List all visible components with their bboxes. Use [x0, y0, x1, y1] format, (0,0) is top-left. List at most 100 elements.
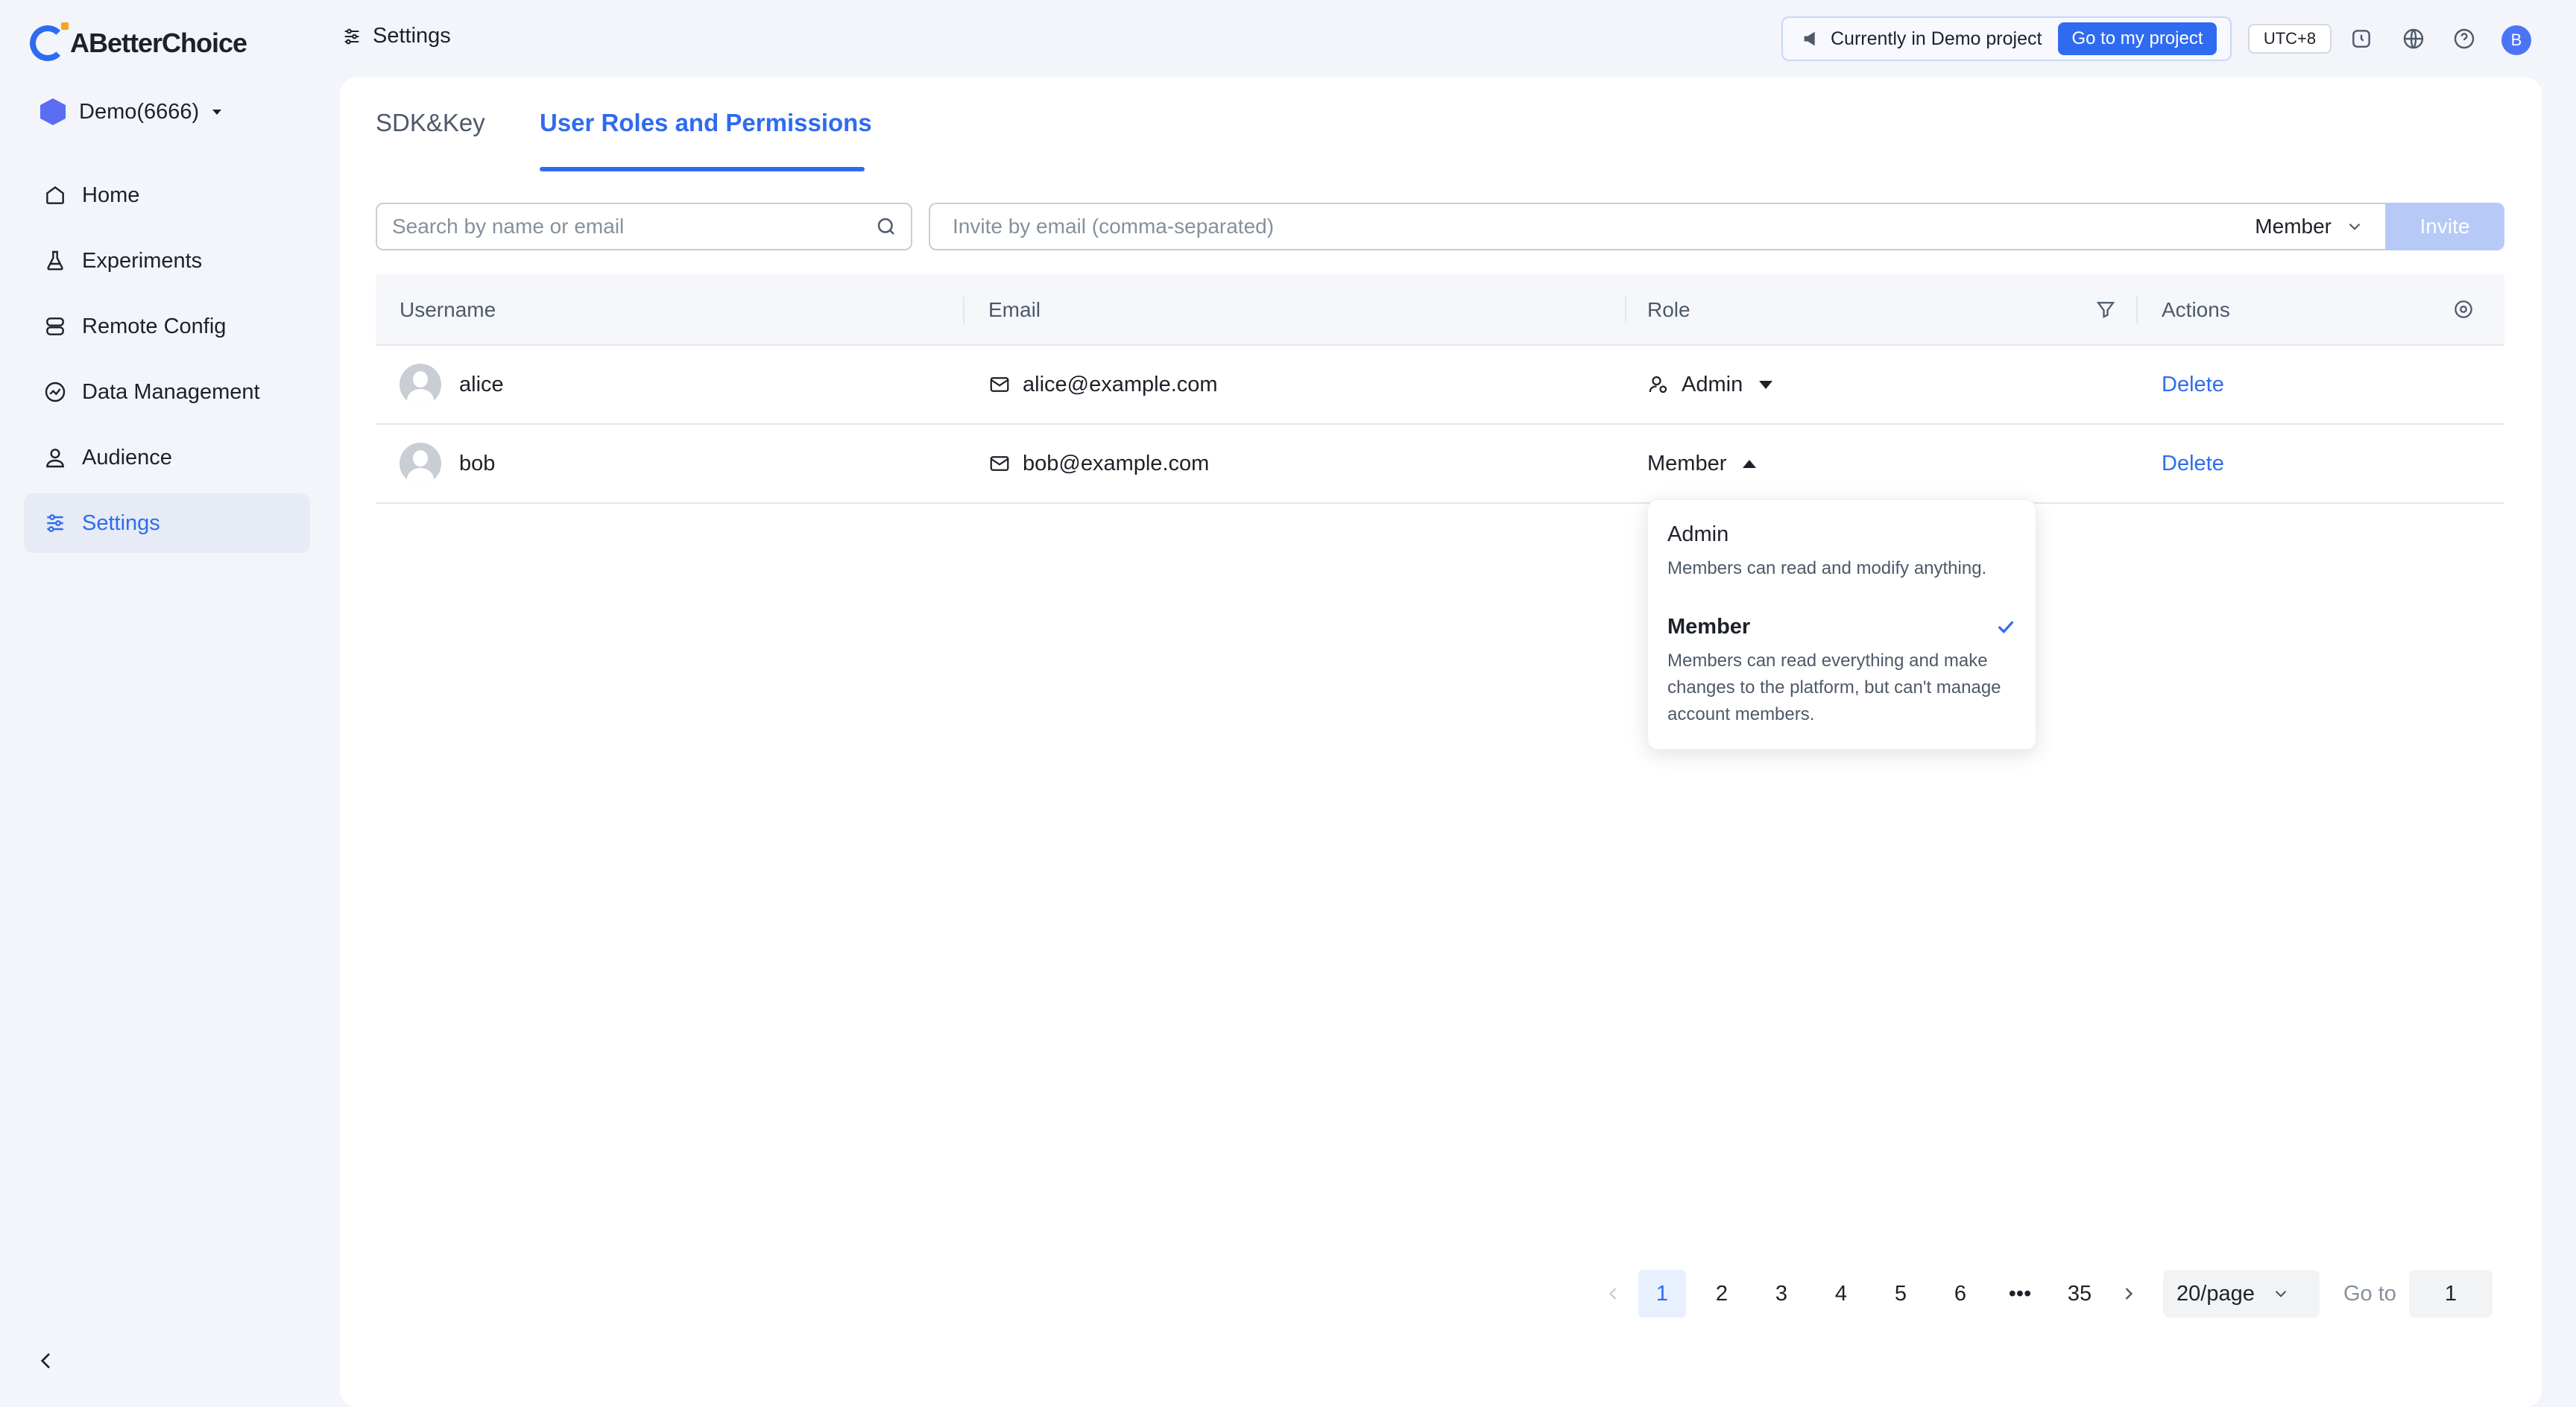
caret-up-icon	[1743, 459, 1757, 468]
sidebar-item-home[interactable]: Home	[24, 165, 310, 225]
next-page-icon[interactable]	[2118, 1283, 2139, 1304]
sidebar-item-label: Data Management	[82, 379, 260, 404]
email-cell: alice@example.com	[988, 346, 1218, 423]
logo-icon	[30, 22, 69, 61]
page-size-value: 20/page	[2176, 1281, 2255, 1306]
sidebar-item-label: Remote Config	[82, 314, 227, 338]
page-button[interactable]: 4	[1817, 1270, 1865, 1318]
caret-down-icon	[212, 109, 222, 115]
chevron-down-icon	[2275, 1290, 2287, 1297]
sliders-icon	[344, 28, 359, 44]
invite-role-select[interactable]: Member	[2255, 215, 2385, 238]
sidebar-item-label: Home	[82, 183, 140, 207]
role-option-title: Admin	[1667, 522, 1729, 546]
sidebar-item-label: Experiments	[82, 248, 203, 273]
avatar	[400, 364, 441, 405]
tab-user-roles[interactable]: User Roles and Permissions	[540, 109, 872, 137]
delete-button[interactable]: Delete	[2162, 452, 2224, 476]
sidebar-nav: Home Experiments Remote Config Data Mana…	[24, 165, 310, 559]
demo-notice: Currently in Demo project Go to my proje…	[1781, 16, 2232, 61]
invite-role-value: Member	[2255, 215, 2332, 238]
role-value: Admin	[1682, 372, 1743, 396]
column-divider	[963, 297, 965, 323]
delete-button[interactable]: Delete	[2162, 373, 2224, 397]
username-cell: bob	[400, 425, 495, 502]
column-email: Email	[988, 298, 1041, 321]
column-divider	[1625, 297, 1626, 323]
role-value: Member	[1647, 451, 1727, 475]
globe-icon[interactable]	[2402, 27, 2425, 51]
actions-cell: Delete	[2162, 425, 2224, 502]
username: bob	[459, 451, 496, 475]
help-icon[interactable]	[2452, 27, 2476, 51]
page-button[interactable]: 2	[1698, 1270, 1746, 1318]
avatar	[400, 443, 441, 484]
role-option-title: Member	[1667, 615, 1751, 639]
project-hex-icon	[40, 98, 66, 125]
mail-icon	[990, 456, 1009, 471]
goto-page-input[interactable]: 1	[2409, 1270, 2493, 1318]
table-row: alice alice@example.com Admin Delete	[376, 346, 2504, 425]
column-settings-icon[interactable]	[2452, 298, 2475, 320]
demo-notice-text: Currently in Demo project	[1831, 28, 2042, 49]
sidebar-item-data-management[interactable]: Data Management	[24, 362, 310, 422]
checkmark-icon	[1998, 621, 2014, 633]
column-actions: Actions	[2162, 298, 2230, 321]
filter-icon[interactable]	[2094, 298, 2117, 320]
sidebar-item-label: Settings	[82, 510, 160, 535]
project-switcher[interactable]: Demo(6666)	[40, 98, 222, 125]
email: bob@example.com	[1023, 451, 1210, 475]
brand-name: ABetterChoice	[70, 28, 247, 58]
page-button[interactable]: 35	[2056, 1270, 2103, 1318]
actions-cell: Delete	[2162, 346, 2224, 423]
page-title: Settings	[341, 24, 451, 48]
page-button[interactable]: 6	[1936, 1270, 1984, 1318]
invite-placeholder: Invite by email (comma-separated)	[953, 215, 1275, 238]
sidebar-item-audience[interactable]: Audience	[24, 428, 310, 487]
column-role: Role	[1647, 298, 1690, 321]
active-tab-indicator	[540, 167, 865, 171]
prev-page-icon[interactable]	[1603, 1283, 1623, 1304]
chevron-down-icon	[2349, 223, 2361, 230]
user-icon	[43, 446, 67, 469]
sidebar-item-remote-config[interactable]: Remote Config	[24, 297, 310, 356]
column-divider	[2136, 297, 2138, 323]
sidebar-item-settings[interactable]: Settings	[24, 493, 310, 553]
search-input[interactable]: Search by name or email	[376, 203, 912, 250]
username: alice	[459, 372, 504, 396]
page-ellipsis[interactable]: •••	[1996, 1270, 2044, 1318]
invite-button[interactable]: Invite	[2385, 203, 2504, 250]
column-username: Username	[400, 298, 496, 321]
table-row: bob bob@example.com Member Delete	[376, 425, 2504, 504]
email: alice@example.com	[1023, 372, 1218, 396]
role-option-description: Members can read everything and make cha…	[1667, 651, 2001, 724]
admin-user-icon	[1649, 376, 1667, 393]
brand-logo[interactable]: ABetterChoice	[30, 22, 247, 61]
user-avatar-button[interactable]: B	[2501, 25, 2531, 55]
page-title-text: Settings	[373, 24, 451, 48]
home-icon	[43, 183, 67, 207]
invite-email-input[interactable]: Invite by email (comma-separated) Member	[929, 203, 2387, 250]
mail-icon	[990, 377, 1009, 392]
collapse-sidebar-icon[interactable]	[34, 1349, 58, 1373]
go-to-my-project-button[interactable]: Go to my project	[2058, 22, 2217, 55]
page-button[interactable]: 5	[1877, 1270, 1925, 1318]
page-button[interactable]: 3	[1758, 1270, 1805, 1318]
megaphone-icon	[1804, 31, 1815, 46]
page-button[interactable]: 1	[1638, 1270, 1686, 1318]
role-select[interactable]: Member	[1647, 425, 1757, 502]
table-header: Username Email Role Actions	[376, 274, 2504, 346]
server-icon	[43, 314, 67, 338]
clock-icon[interactable]	[2349, 27, 2373, 51]
tab-sdk-key[interactable]: SDK&Key	[376, 109, 485, 137]
timezone-badge[interactable]: UTC+8	[2248, 24, 2332, 54]
role-select[interactable]: Admin	[1647, 346, 1773, 423]
project-name: Demo(6666)	[79, 99, 200, 124]
caret-down-icon	[1759, 380, 1773, 389]
page-size-select[interactable]: 20/page	[2163, 1270, 2320, 1318]
flask-icon	[43, 249, 67, 273]
role-option-description: Members can read and modify anything.	[1667, 558, 1987, 578]
sidebar: ABetterChoice Demo(6666) Home Experiment…	[0, 0, 340, 1407]
search-placeholder: Search by name or email	[392, 215, 625, 238]
sidebar-item-experiments[interactable]: Experiments	[24, 231, 310, 291]
